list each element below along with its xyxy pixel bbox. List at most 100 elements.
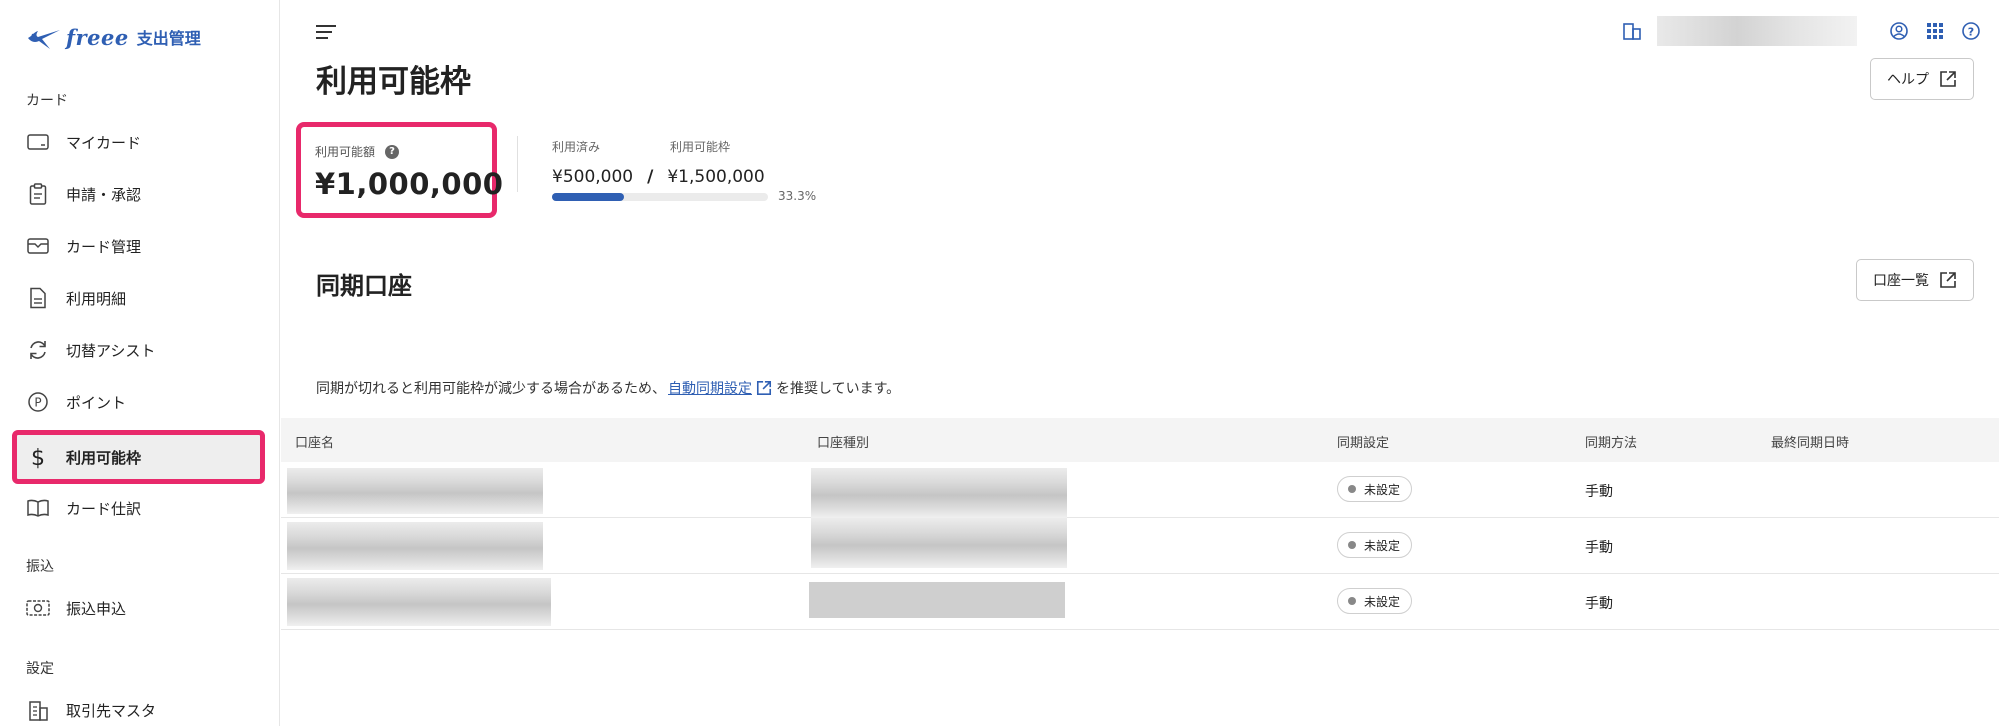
external-link-icon [1939,70,1957,88]
auto-sync-settings-link[interactable]: 自動同期設定 [668,378,752,398]
sidebar-item-label: 利用明細 [66,289,127,308]
help-icon[interactable]: ? [1959,19,1983,43]
app-logo[interactable]: freee 支出管理 [26,22,201,52]
apps-grid-icon[interactable] [1923,19,1947,43]
slash-separator: / [647,167,654,187]
sidebar-item-label: 申請・承認 [66,185,142,204]
divider [517,136,518,192]
column-header-last-sync: 最終同期日時 [1771,436,1850,451]
section-label-card: カード [26,93,68,109]
company-name-redacted [1657,16,1857,46]
header-actions: ? [1621,16,1983,46]
cash-icon [26,596,50,620]
status-badge: 未設定 [1337,588,1413,614]
sidebar-item-my-card[interactable]: マイカード [26,120,264,164]
account-type-redacted [811,468,1067,518]
available-amount-label: 利用可能額 [315,145,376,159]
sync-accounts-title: 同期口座 [316,272,412,300]
status-badge-label: 未設定 [1364,482,1401,497]
account-icon[interactable] [1887,19,1911,43]
dollar-icon: $ [26,445,50,469]
status-dot [1348,541,1356,549]
sync-method: 手動 [1585,596,1613,612]
refresh-icon [26,338,50,362]
card-folder-icon [26,234,50,258]
sync-accounts-table: 口座名 口座種別 同期設定 同期方法 最終同期日時 未設定 手動 未設定 手動 … [281,418,1999,630]
sidebar-item-supplier-master[interactable]: 取引先マスタ [26,688,264,726]
account-list-button[interactable]: 口座一覧 [1856,259,1974,301]
status-dot [1348,485,1356,493]
column-header-account-type: 口座種別 [817,436,870,451]
table-header: 口座名 口座種別 同期設定 同期方法 最終同期日時 [281,418,1999,462]
table-row[interactable]: 未設定 手動 [281,462,1999,518]
sidebar-item-available-limit[interactable]: $ 利用可能枠 [12,430,265,484]
help-button[interactable]: ヘルプ [1870,58,1974,100]
document-icon [26,286,50,310]
available-amount-card: 利用可能額 ? ¥1,000,000 [296,122,503,218]
account-name-redacted [287,578,551,626]
external-link-icon [756,380,772,396]
book-icon [26,496,50,520]
sidebar: freee 支出管理 カード マイカード 申請・承認 カード管理 利用明細 切替… [0,0,280,726]
column-header-sync-setting: 同期設定 [1337,436,1390,451]
external-link-icon [1939,271,1957,289]
brand-name: freee [66,24,129,50]
clipboard-icon [26,182,50,206]
column-header-sync-method: 同期方法 [1585,436,1638,451]
sidebar-item-switch-assist[interactable]: 切替アシスト [26,328,264,372]
used-value: ¥500,000 [552,167,634,187]
sync-notice: 同期が切れると利用可能枠が減少する場合があるため、 自動同期設定 を推奨していま… [316,378,900,398]
account-type-redacted [811,518,1067,568]
table-row[interactable]: 未設定 手動 [281,574,1999,630]
sidebar-item-card-management[interactable]: カード管理 [26,224,264,268]
available-amount-value: ¥1,000,000 [315,167,504,201]
company-icon[interactable] [1621,20,1643,42]
account-type-redacted [809,582,1065,618]
total-limit-value: ¥1,500,000 [667,167,765,187]
total-limit-label: 利用可能枠 [670,140,731,154]
sync-method: 手動 [1585,540,1613,556]
credit-card-icon [26,130,50,154]
usage-percent: 33.3% [778,189,817,203]
status-badge: 未設定 [1337,532,1413,558]
svg-text:$: $ [31,446,45,469]
point-icon: P [26,390,50,414]
sidebar-item-points[interactable]: P ポイント [26,380,264,424]
table-row[interactable]: 未設定 手動 [281,518,1999,574]
account-list-button-label: 口座一覧 [1873,273,1929,289]
svg-text:P: P [34,396,41,410]
sidebar-item-transfer-application[interactable]: 振込申込 [26,586,264,630]
sidebar-item-label: カード仕訳 [66,499,142,518]
section-label-transfer: 振込 [26,559,54,575]
sidebar-item-label: 振込申込 [66,599,127,618]
section-label-settings: 設定 [26,661,54,677]
sidebar-item-label: 取引先マスタ [66,701,157,720]
usage-progress-fill [552,193,624,201]
sidebar-item-request-approval[interactable]: 申請・承認 [26,172,264,216]
available-amount-label-wrap: 利用可能額 ? [315,143,400,160]
product-name: 支出管理 [136,29,201,48]
building-icon [26,698,50,722]
page-title: 利用可能枠 [316,64,471,100]
svg-text:?: ? [1968,26,1974,39]
sync-notice-text-after: を推奨しています。 [776,381,901,397]
sidebar-item-label: マイカード [66,133,142,152]
account-name-redacted [287,468,543,514]
help-button-label: ヘルプ [1887,72,1929,88]
column-header-account-name: 口座名 [295,436,335,451]
sidebar-item-label: 利用可能枠 [66,448,142,467]
sync-notice-text-before: 同期が切れると利用可能枠が減少する場合があるため、 [316,381,666,397]
sidebar-item-card-journal[interactable]: カード仕訳 [26,486,264,530]
hamburger-menu-icon[interactable] [314,20,338,44]
sidebar-item-usage-details[interactable]: 利用明細 [26,276,264,320]
sidebar-item-label: カード管理 [66,237,142,256]
account-name-redacted [287,522,543,570]
sidebar-item-label: 切替アシスト [66,341,156,360]
sidebar-item-label: ポイント [66,393,127,412]
status-badge: 未設定 [1337,476,1413,502]
used-label: 利用済み [552,140,601,154]
question-icon[interactable]: ? [385,144,400,159]
status-dot [1348,597,1356,605]
usage-summary: 利用済み 利用可能枠 ¥500,000 / ¥1,500,000 [552,138,765,187]
status-badge-label: 未設定 [1364,594,1401,609]
